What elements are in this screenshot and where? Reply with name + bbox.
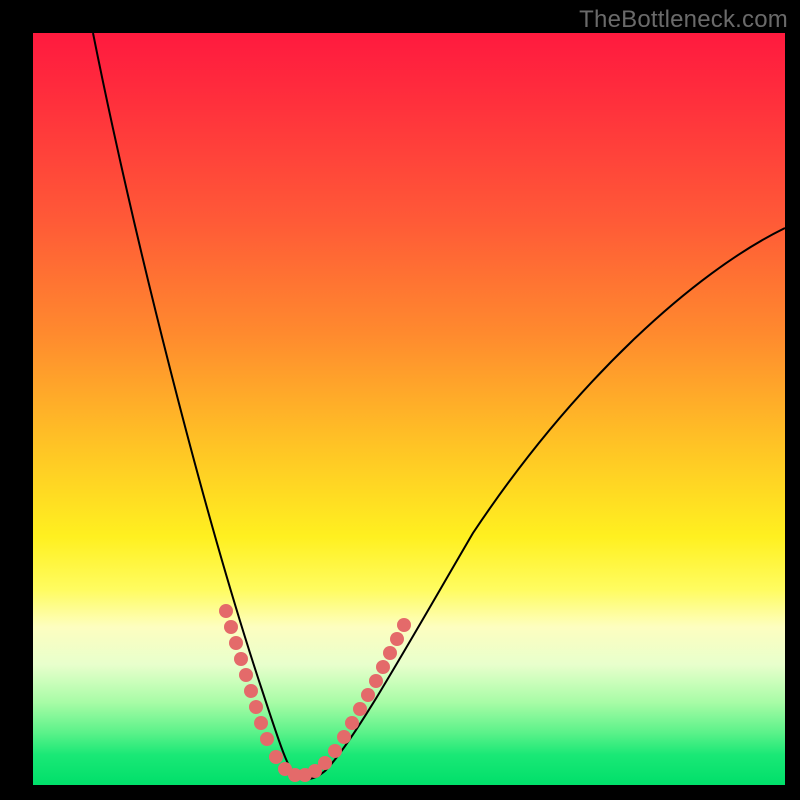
curve-layer <box>33 33 785 785</box>
highlight-points <box>219 604 411 782</box>
bottleneck-curve <box>93 33 785 779</box>
chart-frame: TheBottleneck.com <box>0 0 800 800</box>
plot-area <box>33 33 785 785</box>
watermark-text: TheBottleneck.com <box>579 6 788 34</box>
